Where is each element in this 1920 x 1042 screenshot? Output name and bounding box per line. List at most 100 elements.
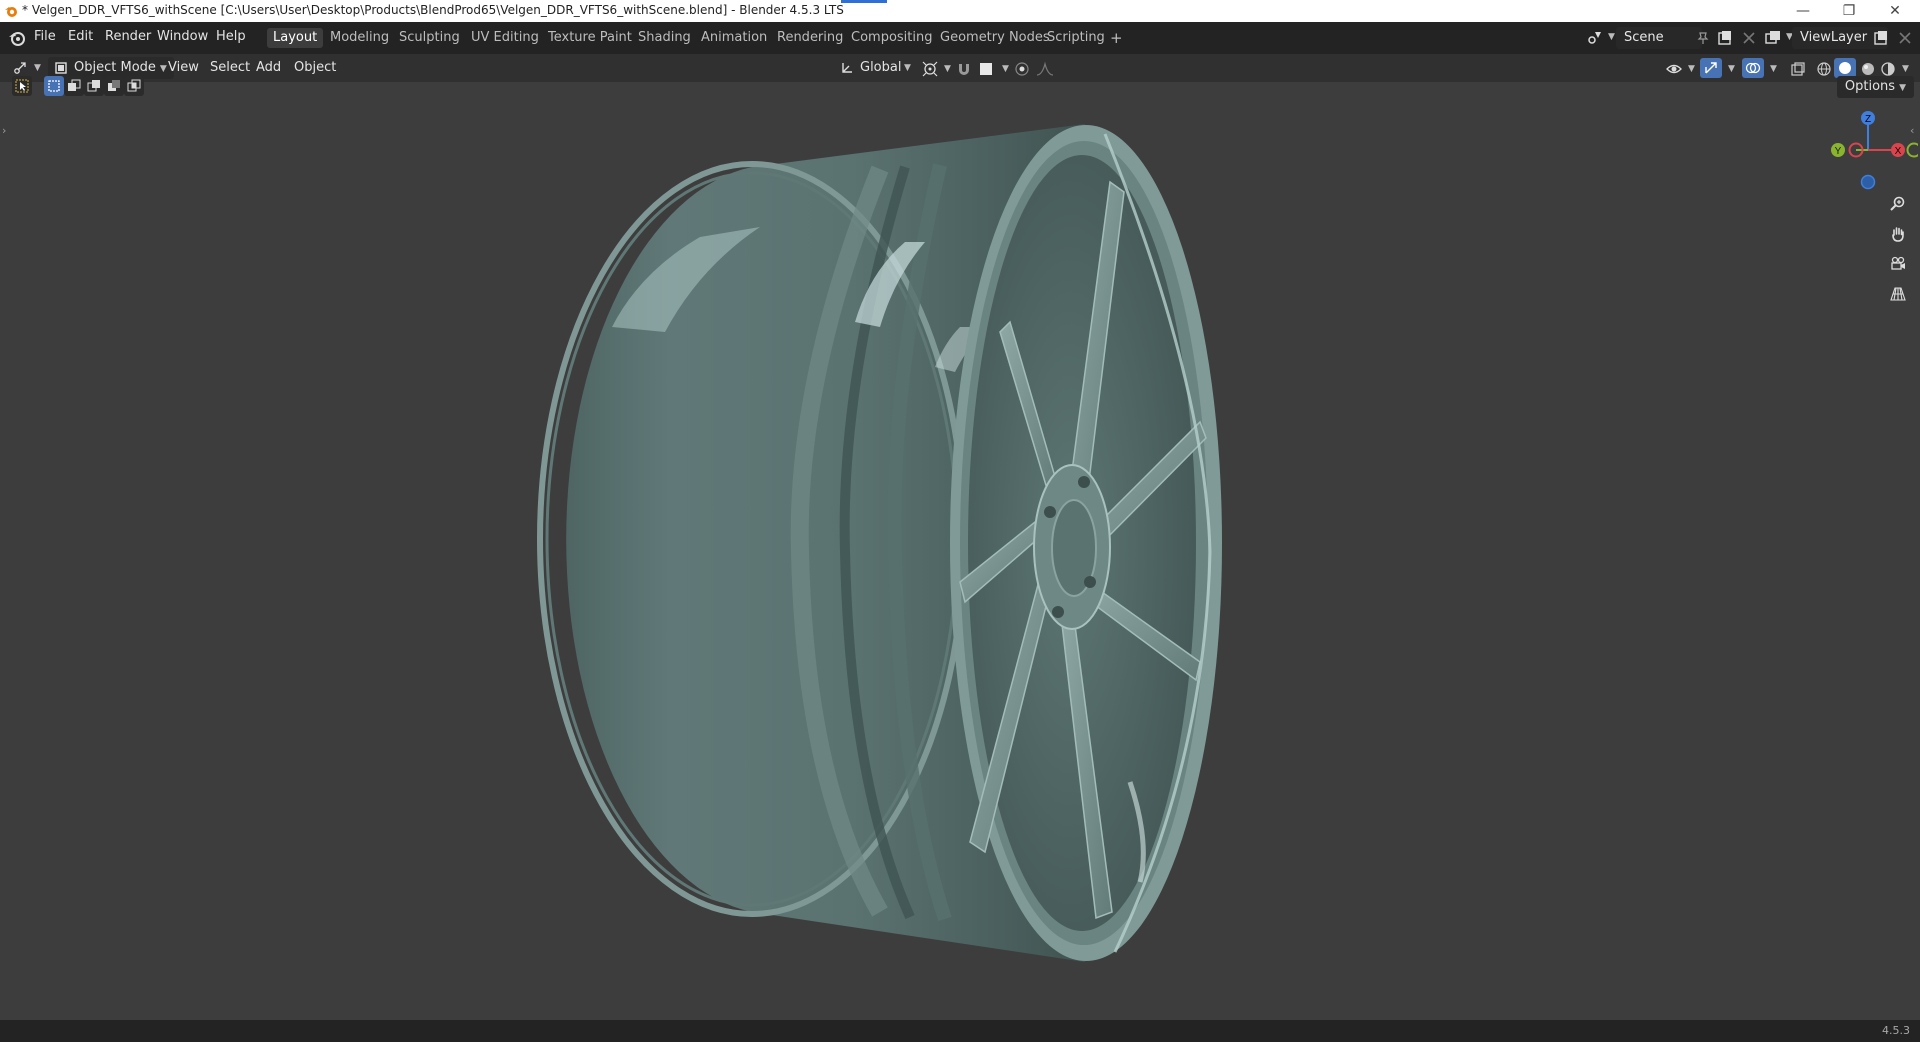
selection-mode-subtract[interactable] bbox=[84, 76, 104, 96]
gizmo-icon bbox=[1705, 62, 1717, 74]
tab-compositing[interactable]: Compositing bbox=[845, 28, 939, 48]
chevron-down-icon: ▼ bbox=[159, 64, 167, 74]
object-visibility-icon[interactable] bbox=[1666, 61, 1682, 77]
select-tool-button[interactable] bbox=[12, 76, 32, 96]
new-view-layer-icon[interactable] bbox=[1872, 29, 1890, 47]
transform-orientation-dropdown[interactable]: Global ▼ bbox=[836, 57, 914, 79]
new-scene-icon[interactable] bbox=[1716, 29, 1734, 47]
view-menu[interactable]: View bbox=[168, 57, 199, 79]
minimize-icon[interactable]: — bbox=[1780, 0, 1826, 22]
wheel-model[interactable] bbox=[0, 82, 1920, 1020]
view-layer-icon[interactable] bbox=[1764, 29, 1782, 47]
chevron-down-icon[interactable]: ▼ bbox=[1902, 64, 1909, 74]
selection-mode-invert[interactable] bbox=[104, 76, 124, 96]
delete-view-layer-icon[interactable] bbox=[1896, 29, 1914, 47]
selection-subtract-icon bbox=[87, 80, 100, 92]
chevron-down-icon[interactable]: ▼ bbox=[1608, 32, 1615, 42]
object-mode-label: Object Mode bbox=[74, 60, 156, 75]
object-menu[interactable]: Object bbox=[294, 57, 336, 79]
window-title: * Velgen_DDR_VFTS6_withScene [C:\Users\U… bbox=[22, 3, 844, 17]
tab-shading[interactable]: Shading bbox=[632, 28, 697, 48]
selection-mode-intersect[interactable] bbox=[124, 76, 144, 96]
status-bar: 4.5.3 bbox=[0, 1020, 1920, 1042]
selection-intersect-icon bbox=[127, 79, 141, 92]
gizmo-z-label: Z bbox=[1865, 114, 1871, 125]
chevron-down-icon[interactable]: ▼ bbox=[1002, 64, 1009, 74]
selection-new-icon bbox=[48, 80, 60, 92]
xray-toggle-icon[interactable] bbox=[1790, 61, 1806, 77]
proportional-falloff-icon[interactable] bbox=[1036, 61, 1054, 77]
grid-icon bbox=[1890, 287, 1906, 301]
menu-render[interactable]: Render bbox=[105, 29, 151, 44]
3d-viewport-icon bbox=[14, 62, 26, 74]
menu-file[interactable]: File bbox=[34, 29, 56, 44]
cursor-icon bbox=[15, 79, 29, 93]
wireframe-shading-icon[interactable] bbox=[1816, 61, 1832, 77]
menu-help[interactable]: Help bbox=[216, 29, 246, 44]
toolbar-expand-icon[interactable]: › bbox=[2, 124, 6, 137]
delete-scene-icon[interactable] bbox=[1740, 29, 1758, 47]
menu-edit[interactable]: Edit bbox=[68, 29, 93, 44]
tab-modeling[interactable]: Modeling bbox=[324, 28, 395, 48]
selection-mode-new[interactable] bbox=[44, 76, 64, 96]
version-label: 4.5.3 bbox=[1882, 1024, 1910, 1037]
top-bar: File Edit Render Window Help Layout Mode… bbox=[0, 22, 1920, 54]
camera-view-button[interactable] bbox=[1886, 252, 1910, 276]
tab-scripting[interactable]: Scripting bbox=[1041, 28, 1111, 48]
camera-icon bbox=[1891, 256, 1905, 270]
tab-uv-editing[interactable]: UV Editing bbox=[465, 28, 545, 48]
select-menu[interactable]: Select bbox=[210, 57, 250, 79]
scene-name-field[interactable]: Scene bbox=[1616, 27, 1702, 49]
scene-name: Scene bbox=[1624, 30, 1664, 45]
chevron-down-icon[interactable]: ▼ bbox=[1770, 64, 1777, 74]
show-overlays-toggle[interactable] bbox=[1742, 58, 1764, 78]
scene-icon[interactable] bbox=[1586, 29, 1604, 47]
show-gizmo-toggle[interactable] bbox=[1700, 58, 1722, 78]
chevron-down-icon[interactable]: ▼ bbox=[1688, 64, 1695, 74]
proportional-editing-icon[interactable] bbox=[1014, 61, 1030, 77]
close-icon[interactable]: ✕ bbox=[1872, 0, 1918, 22]
options-label: Options bbox=[1844, 79, 1896, 94]
chevron-down-icon[interactable]: ▼ bbox=[944, 64, 951, 74]
pin-icon[interactable] bbox=[1696, 31, 1710, 45]
gizmo-x-label: X bbox=[1895, 146, 1902, 157]
tab-layout[interactable]: Layout bbox=[267, 28, 324, 48]
tab-rendering[interactable]: Rendering bbox=[771, 28, 849, 48]
blender-icon bbox=[5, 7, 17, 17]
pivot-point-icon[interactable] bbox=[922, 61, 938, 77]
gizmo-neg-y-axis[interactable] bbox=[1906, 142, 1919, 158]
pan-hand-icon bbox=[1892, 227, 1904, 242]
tab-texture-paint[interactable]: Texture Paint bbox=[542, 28, 638, 48]
restore-icon[interactable]: ❐ bbox=[1826, 0, 1872, 22]
zoom-icon bbox=[1890, 196, 1905, 211]
add-menu[interactable]: Add bbox=[256, 57, 281, 79]
tab-geometry-nodes[interactable]: Geometry Nodes bbox=[934, 28, 1056, 48]
tab-animation[interactable]: Animation bbox=[695, 28, 773, 48]
add-workspace-button[interactable]: + bbox=[1104, 28, 1129, 48]
zoom-button[interactable] bbox=[1886, 192, 1910, 216]
perspective-toggle-button[interactable] bbox=[1886, 282, 1910, 306]
solid-shading-toggle[interactable] bbox=[1834, 58, 1856, 78]
material-shading-icon[interactable] bbox=[1860, 61, 1876, 77]
orientation-global-icon bbox=[842, 63, 852, 73]
tab-sculpting[interactable]: Sculpting bbox=[393, 28, 466, 48]
menu-window[interactable]: Window bbox=[157, 29, 208, 44]
selection-invert-icon bbox=[108, 80, 120, 91]
rendered-shading-icon[interactable] bbox=[1880, 61, 1896, 77]
blender-logo-icon[interactable] bbox=[8, 29, 26, 47]
selection-mode-extend[interactable] bbox=[64, 76, 84, 96]
snap-magnet-icon[interactable] bbox=[956, 61, 972, 77]
chevron-down-icon: ▼ bbox=[1899, 83, 1906, 93]
chevron-down-icon[interactable]: ▼ bbox=[1728, 64, 1735, 74]
gizmo-neg-z-axis[interactable] bbox=[1860, 174, 1876, 190]
snap-increment-icon[interactable] bbox=[978, 61, 994, 77]
titlebar-accent bbox=[841, 0, 887, 3]
options-dropdown[interactable]: Options ▼ bbox=[1836, 76, 1914, 98]
pan-button[interactable] bbox=[1886, 222, 1910, 246]
navigation-gizmo[interactable]: Z X Y bbox=[1818, 104, 1918, 204]
solid-shading-icon bbox=[1839, 62, 1851, 74]
chevron-down-icon: ▼ bbox=[34, 63, 41, 73]
gizmo-y-label: Y bbox=[1835, 146, 1842, 157]
selection-extend-icon bbox=[68, 79, 81, 91]
chevron-down-icon: ▼ bbox=[904, 63, 911, 73]
